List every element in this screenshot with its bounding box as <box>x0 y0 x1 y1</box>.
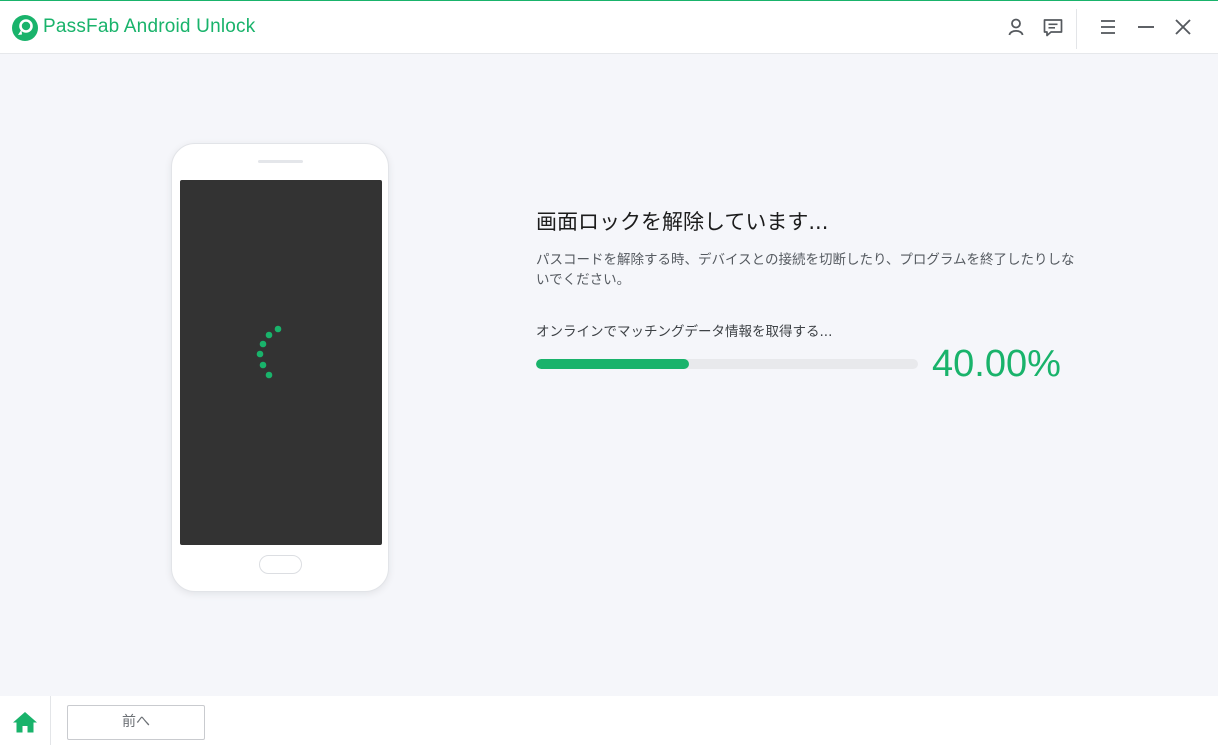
loading-spinner-icon <box>256 325 282 379</box>
phone-screen <box>180 180 382 545</box>
progress-fill <box>536 359 689 369</box>
bottom-bar: 前へ <box>0 696 1218 745</box>
title-bar: PassFab Android Unlock <box>0 0 1218 54</box>
progress-label: オンラインでマッチングデータ情報を取得する... <box>536 324 833 340</box>
home-icon <box>13 712 37 733</box>
menu-icon[interactable] <box>1097 16 1119 38</box>
back-button[interactable]: 前へ <box>67 705 205 740</box>
feedback-icon[interactable] <box>1042 16 1064 38</box>
status-description: パスコードを解除する時、デバイスとの接続を切断したり、プログラムを終了したりしな… <box>536 252 1075 288</box>
phone-speaker <box>258 160 303 163</box>
minimize-icon[interactable] <box>1135 16 1157 38</box>
app-title: PassFab Android Unlock <box>43 16 256 37</box>
progress-percent: 40.00% <box>932 343 1061 385</box>
phone-home-button <box>259 555 302 574</box>
main-area: 画面ロックを解除しています... パスコードを解除する時、デバイスとの接続を切断… <box>0 54 1218 696</box>
status-title: 画面ロックを解除しています... <box>536 210 829 234</box>
account-icon[interactable] <box>1005 16 1027 38</box>
progress-bar <box>536 359 918 369</box>
title-bar-separator <box>1076 9 1077 49</box>
logo-icon <box>12 15 38 41</box>
close-icon[interactable] <box>1172 16 1194 38</box>
home-button[interactable] <box>0 696 51 745</box>
phone-illustration <box>171 143 389 592</box>
